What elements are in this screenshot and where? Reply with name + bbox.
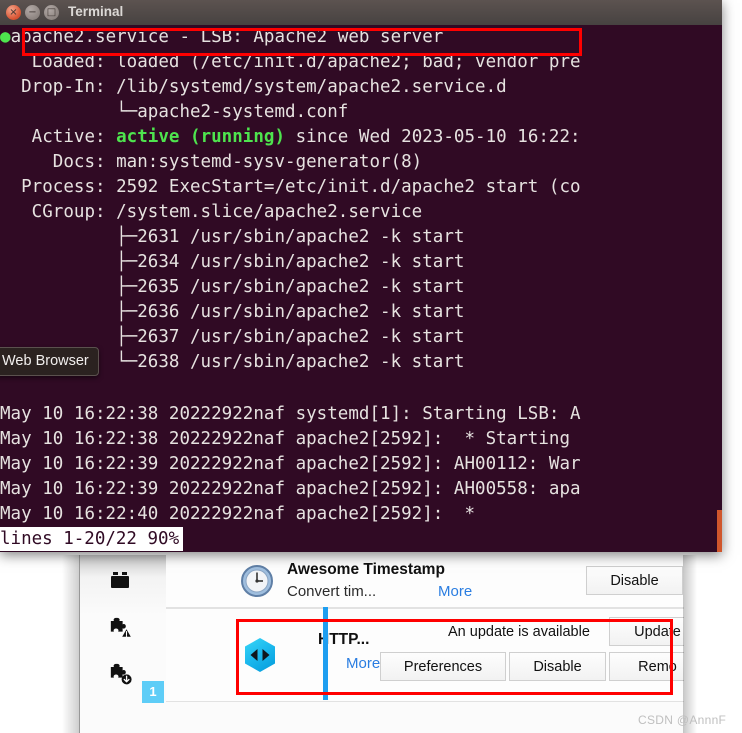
terminal-line: ├─2631 /usr/sbin/apache2 -k start: [0, 227, 465, 247]
terminal-titlebar[interactable]: × − □ Terminal: [0, 0, 722, 26]
screen: 1 Awesome Timestamp Convert tim... More: [0, 0, 742, 733]
terminal-line: Loaded: loaded (/etc/init.d/apache2; bad…: [0, 52, 581, 72]
close-glyph: ×: [9, 7, 18, 18]
service-status-dot: ●: [0, 27, 11, 47]
active-since: since Wed 2023-05-10 16:22:: [285, 127, 581, 147]
watermark: CSDN @AnnnF: [638, 713, 727, 727]
web-browser-tooltip: Web Browser: [0, 347, 99, 376]
disable-button[interactable]: Disable: [509, 652, 606, 681]
terminal-line: ├─2636 /usr/sbin/apache2 -k start: [0, 302, 465, 322]
terminal-line: Docs: man:systemd-sysv-generator(8): [0, 152, 423, 172]
terminal-line: May 10 16:22:38 20222922naf apache2[2592…: [0, 429, 571, 449]
terminal-line: Drop-In: /lib/systemd/system/apache2.ser…: [0, 77, 507, 97]
row-selection-indicator: [323, 607, 328, 700]
toolbox-icon[interactable]: [108, 569, 134, 595]
preferences-button[interactable]: Preferences: [380, 652, 506, 681]
remove-button[interactable]: Remo: [609, 652, 684, 681]
disable-button[interactable]: Disable: [586, 566, 683, 595]
addons-category-sidebar: 1: [80, 555, 166, 733]
hexagon-arrows-icon: [242, 636, 276, 672]
minimize-icon[interactable]: −: [25, 5, 40, 20]
addons-manager-window: 1 Awesome Timestamp Convert tim... More: [79, 555, 684, 733]
maximize-glyph: □: [46, 7, 57, 18]
maximize-icon[interactable]: □: [44, 5, 59, 20]
active-state: active (running): [116, 127, 286, 147]
terminal-line: May 10 16:22:39 20222922naf apache2[2592…: [0, 454, 581, 474]
minimize-glyph: −: [28, 7, 37, 18]
addons-list: Awesome Timestamp Convert tim... More Di…: [166, 555, 684, 733]
service-header-text: apache2.service - LSB: Apache2 web serve…: [10, 27, 444, 47]
puzzle-update-icon[interactable]: [108, 661, 134, 687]
terminal-line: └─apache2-systemd.conf: [0, 102, 349, 122]
addon-row[interactable]: Awesome Timestamp Convert tim... More Di…: [166, 555, 684, 608]
terminal-window: × − □ Terminal ●apache2.service - LSB: A…: [0, 0, 722, 552]
terminal-scrollbar[interactable]: [717, 510, 722, 552]
update-count-badge: 1: [142, 681, 164, 703]
close-icon[interactable]: ×: [6, 5, 21, 20]
pager-status: lines 1-20/22 90%: [0, 527, 184, 551]
addon-description: Convert tim...: [287, 583, 377, 600]
update-button[interactable]: Update: [609, 617, 684, 646]
window-shadow-right: [683, 555, 697, 733]
terminal-line: ├─2635 /usr/sbin/apache2 -k start: [0, 277, 465, 297]
terminal-line: ├─2634 /usr/sbin/apache2 -k start: [0, 252, 465, 272]
terminal-line-active: Active: active (running) since Wed 2023-…: [0, 125, 581, 150]
terminal-line: Process: 2592 ExecStart=/etc/init.d/apac…: [0, 177, 581, 197]
clock-icon: [240, 564, 274, 598]
more-link[interactable]: More: [346, 655, 380, 672]
terminal-line: CGroup: /system.slice/apache2.service: [0, 202, 423, 222]
addon-row[interactable]: HTTP... More An update is available Upda…: [166, 608, 684, 702]
active-label: Active:: [0, 127, 117, 147]
terminal-line: May 10 16:22:39 20222922naf apache2[2592…: [0, 479, 581, 499]
puzzle-warning-icon[interactable]: [108, 615, 134, 641]
more-link[interactable]: More: [438, 583, 472, 600]
terminal-line: May 10 16:22:38 20222922naf systemd[1]: …: [0, 404, 581, 424]
window-title: Terminal: [68, 4, 124, 19]
addon-title: Awesome Timestamp: [287, 561, 445, 578]
terminal-line-service: ●apache2.service - LSB: Apache2 web serv…: [0, 25, 443, 50]
update-status-text: An update is available: [448, 624, 590, 640]
window-shadow-left: [62, 555, 80, 733]
terminal-line: May 10 16:22:40 20222922naf apache2[2592…: [0, 504, 476, 524]
terminal-output[interactable]: ●apache2.service - LSB: Apache2 web serv…: [0, 25, 722, 552]
